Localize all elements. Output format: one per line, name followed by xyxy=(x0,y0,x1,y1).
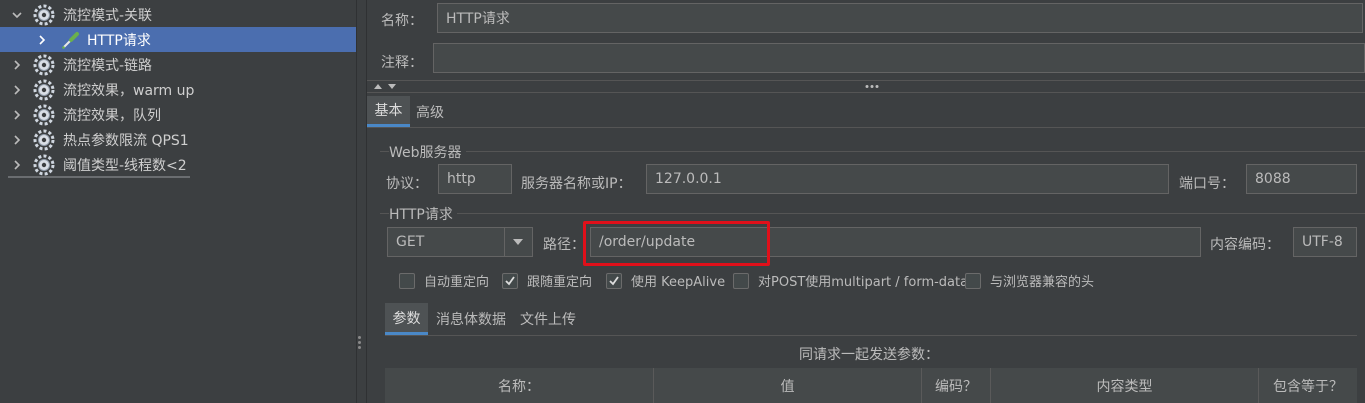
tab-body-data[interactable]: 消息体数据 xyxy=(430,303,512,335)
chevron-right-icon[interactable] xyxy=(11,109,23,121)
chevron-right-icon[interactable] xyxy=(11,59,23,71)
checkmark-icon xyxy=(609,275,619,285)
tree-item-label: 流控效果，队列 xyxy=(63,107,161,124)
chevron-down-icon[interactable] xyxy=(11,9,23,21)
option-keepalive[interactable]: 使用 KeepAlive xyxy=(606,271,725,290)
port-label: 端口号： xyxy=(1179,176,1235,192)
checkbox[interactable] xyxy=(965,272,981,289)
drop-indicator-line xyxy=(8,176,190,178)
drag-handle-icon[interactable] xyxy=(864,84,880,89)
test-plan-tree: 流控模式-关联 HTTP请求 流控模式-链路 流控效果，warm up 流控效果… xyxy=(0,0,356,403)
tree-item-label: 流控模式-链路 xyxy=(63,57,153,74)
protocol-label: 协议： xyxy=(386,176,428,192)
gear-icon xyxy=(33,129,55,151)
group-border xyxy=(380,151,1365,152)
gear-icon xyxy=(33,4,55,26)
chevron-right-icon[interactable] xyxy=(36,34,48,46)
tree-item-flow-chain[interactable]: 流控模式-链路 xyxy=(0,52,356,77)
chevron-right-icon[interactable] xyxy=(11,84,23,96)
encoding-label: 内容编码： xyxy=(1210,237,1280,253)
collapse-arrows-icon[interactable] xyxy=(373,82,401,91)
tab-advanced[interactable]: 高级 xyxy=(410,96,450,127)
column-header-encode[interactable]: 编码？ xyxy=(922,368,991,403)
tree-item-queue[interactable]: 流控效果，队列 xyxy=(0,102,356,127)
tree-item-flow-association[interactable]: 流控模式-关联 xyxy=(0,2,356,27)
checkmark-icon xyxy=(505,275,515,285)
path-label: 路径： xyxy=(543,237,585,253)
option-browser-headers[interactable]: 与浏览器兼容的头 xyxy=(965,271,1094,290)
pipette-icon xyxy=(62,32,79,49)
web-server-group-title: Web服务器 xyxy=(389,142,466,162)
protocol-field[interactable]: http xyxy=(438,164,512,194)
checkbox-checked[interactable] xyxy=(502,272,518,289)
tree-item-hotspot-qps[interactable]: 热点参数限流 QPS1 xyxy=(0,127,356,152)
comment-field[interactable] xyxy=(433,43,1365,73)
server-label: 服务器名称或IP： xyxy=(521,176,632,192)
port-field[interactable]: 8088 xyxy=(1246,164,1357,194)
option-multipart[interactable]: 对POST使用multipart / form-data xyxy=(733,271,968,290)
tree-item-label: 流控效果，warm up xyxy=(63,82,195,99)
name-field[interactable]: HTTP请求 xyxy=(437,3,1363,33)
option-follow-redirect[interactable]: 跟随重定向 xyxy=(502,271,592,290)
tab-basic[interactable]: 基本 xyxy=(367,96,410,127)
tree-item-thread-threshold[interactable]: 阈值类型-线程数<2 xyxy=(0,152,356,177)
checkbox[interactable] xyxy=(399,272,415,289)
tree-item-label: 流控模式-关联 xyxy=(63,7,153,24)
split-grip-icon[interactable] xyxy=(358,336,362,354)
server-ip-field[interactable]: 127.0.0.1 xyxy=(646,164,1169,194)
tree-item-label: 热点参数限流 QPS1 xyxy=(63,132,189,149)
http-request-group-title: HTTP请求 xyxy=(389,204,457,224)
tree-item-warm-up[interactable]: 流控效果，warm up xyxy=(0,77,356,102)
path-highlight-annotation xyxy=(583,221,770,266)
chevron-right-icon[interactable] xyxy=(11,159,23,171)
tab-parameters[interactable]: 参数 xyxy=(385,303,428,335)
encoding-field[interactable]: UTF-8 xyxy=(1293,227,1357,257)
tab-file-upload[interactable]: 文件上传 xyxy=(514,303,582,335)
checkbox[interactable] xyxy=(733,272,749,289)
tree-item-http-request[interactable]: HTTP请求 xyxy=(0,27,356,52)
tree-item-label: HTTP请求 xyxy=(87,32,151,49)
gear-icon xyxy=(33,54,55,76)
column-header-value[interactable]: 值 xyxy=(654,368,922,403)
method-value: GET xyxy=(396,234,425,250)
chevron-right-icon[interactable] xyxy=(11,134,23,146)
dropdown-arrow-icon[interactable] xyxy=(512,238,524,246)
comment-label: 注释： xyxy=(381,55,423,71)
gear-icon xyxy=(33,79,55,101)
group-border xyxy=(380,213,1365,214)
column-header-include-equals[interactable]: 包含等于？ xyxy=(1259,368,1357,403)
tree-item-label: 阈值类型-线程数<2 xyxy=(63,157,187,174)
option-auto-redirect[interactable]: 自动重定向 xyxy=(399,271,489,290)
gear-icon xyxy=(33,154,55,176)
column-header-name[interactable]: 名称： xyxy=(385,368,654,403)
checkbox-checked[interactable] xyxy=(606,272,622,289)
gear-icon xyxy=(33,104,55,126)
params-table-caption: 同请求一起发送参数： xyxy=(799,347,939,363)
tab-divider xyxy=(367,127,1365,128)
tab-divider xyxy=(385,335,1357,336)
column-header-content-type[interactable]: 内容类型 xyxy=(991,368,1259,403)
select-divider xyxy=(504,228,505,256)
name-label: 名称： xyxy=(381,13,423,29)
